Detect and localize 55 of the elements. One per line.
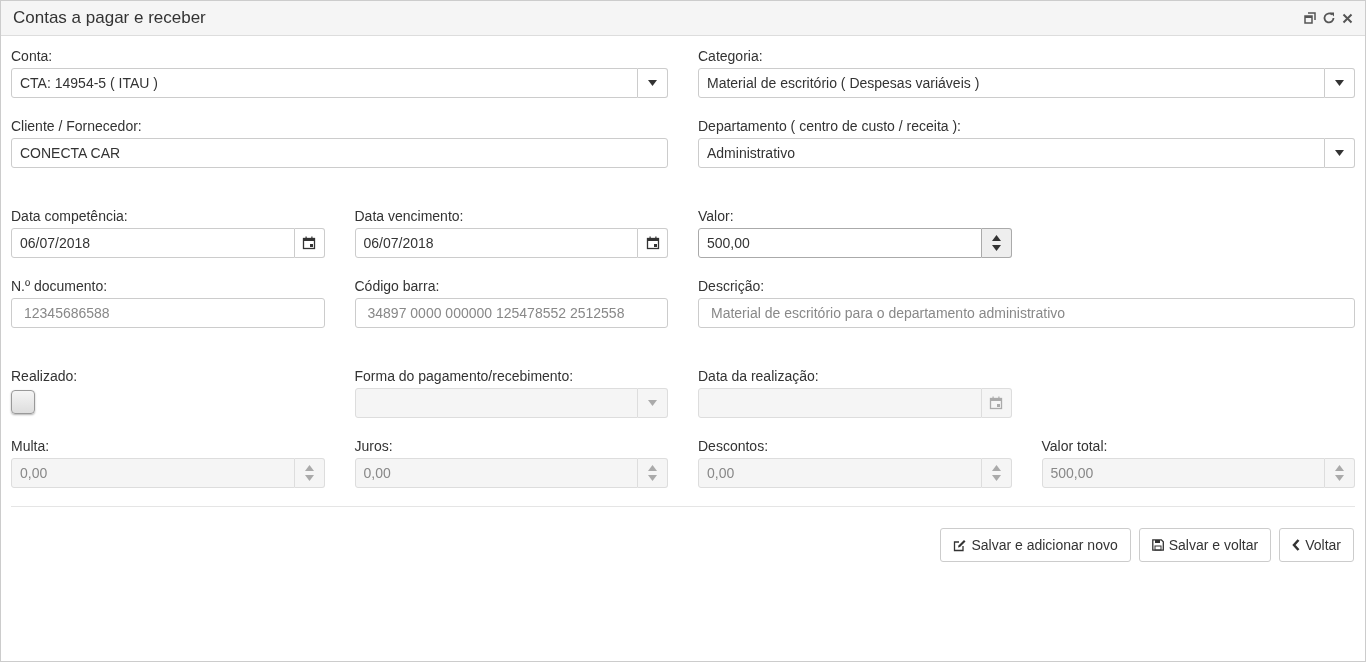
field-label: N.º documento:	[11, 278, 109, 295]
select-field[interactable]: Material de escritório ( Despesas variáveis )	[698, 68, 1325, 98]
save-button[interactable]: Salvar e voltar	[1138, 528, 1272, 562]
restore-icon[interactable]	[1304, 12, 1316, 24]
input-field[interactable]: 34897 0000 000000 125478552 2512558	[354, 298, 668, 328]
calendar-icon	[302, 236, 316, 250]
spinner-button[interactable]	[981, 228, 1012, 258]
edit-icon	[953, 538, 967, 552]
field-label: Departamento ( centro de custo / receita ):	[698, 118, 962, 135]
input-field[interactable]: 12345686588	[11, 298, 325, 328]
checkbox[interactable]	[11, 390, 35, 414]
field-label: Juros:	[354, 438, 394, 455]
field-label: Data da realização:	[698, 368, 820, 385]
calendar-button[interactable]	[294, 228, 325, 258]
caret-icon	[648, 400, 657, 406]
calendar-button[interactable]	[638, 228, 668, 258]
field-label: Data competência:	[11, 208, 129, 225]
spinner-arrows-icon	[648, 465, 657, 481]
field-label: Cliente / Fornecedor:	[11, 118, 143, 135]
field-label: Forma do pagamento/recebimento:	[354, 368, 575, 385]
refresh-icon[interactable]	[1322, 11, 1336, 25]
calendar-icon	[645, 236, 660, 250]
spinner-arrows-icon	[991, 235, 1001, 251]
select-field[interactable]: Administrativo	[698, 138, 1325, 168]
field-label: Data vencimento:	[354, 208, 465, 225]
save-button[interactable]: Salvar e adicionar novo	[940, 528, 1131, 562]
spinner-arrows-icon	[304, 465, 314, 481]
field-label: Valor total:	[1041, 438, 1109, 455]
date-field[interactable]: 06/07/2018	[354, 228, 638, 258]
spinner-arrows-icon	[991, 465, 1001, 481]
date-field[interactable]: 06/07/2018	[11, 228, 295, 258]
field-label: Descrição:	[698, 278, 766, 295]
window-title: Contas a pagar e receber	[13, 7, 207, 30]
caret-icon	[1335, 150, 1344, 156]
chevron-left-icon	[1292, 539, 1301, 551]
input-field[interactable]: Material de escritório para o departamento administrativo	[698, 298, 1355, 328]
back-button[interactable]: Voltar	[1279, 528, 1354, 562]
caret-icon	[1335, 80, 1344, 86]
spinner-arrows-icon	[1335, 465, 1344, 481]
field-label: Realizado:	[11, 368, 79, 385]
close-icon[interactable]	[1342, 12, 1353, 24]
dropdown-button[interactable]	[638, 68, 668, 98]
field-label: Conta:	[11, 48, 54, 65]
caret-icon	[648, 80, 657, 86]
number-field[interactable]: 500,00	[698, 228, 982, 258]
calendar-icon	[989, 396, 1003, 410]
field-label: Código barra:	[354, 278, 441, 295]
field-label: Categoria:	[698, 48, 764, 65]
field-label: Multa:	[11, 438, 51, 455]
dropdown-button[interactable]	[1325, 138, 1355, 168]
input-field[interactable]: CONECTA CAR	[11, 138, 668, 168]
dropdown-button[interactable]	[1325, 68, 1355, 98]
field-label: Valor:	[698, 208, 735, 225]
field-label: Descontos:	[698, 438, 770, 455]
select-field[interactable]: CTA: 14954-5 ( ITAU )	[11, 68, 638, 98]
